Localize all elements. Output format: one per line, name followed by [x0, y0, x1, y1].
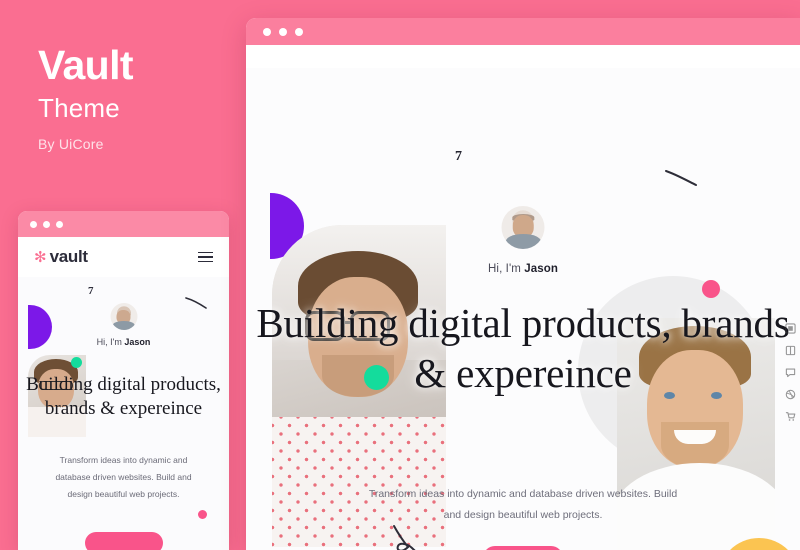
promo-author: By UiCore: [38, 136, 104, 153]
desktop-page-body: 7 Hi, I'm Jason Building digital product…: [246, 45, 800, 550]
mobile-mockup: ✻ vault 7 Hi, I'm Jason Building digital…: [18, 211, 229, 550]
pink-dot-decor: [198, 510, 207, 519]
mobile-greeting: Hi, I'm Jason: [18, 337, 229, 347]
mobile-contact-button[interactable]: [84, 532, 163, 550]
promo-subtitle: Theme: [38, 93, 120, 124]
desktop-social-sidebar: [785, 323, 796, 422]
mobile-slide-marker: 7: [88, 285, 94, 297]
desktop-slide-marker: 7: [455, 149, 462, 164]
desktop-mockup: 7 Hi, I'm Jason Building digital product…: [246, 18, 800, 550]
mobile-greeting-prefix: Hi, I'm: [96, 337, 125, 347]
desktop-hero-section: 7 Hi, I'm Jason Building digital product…: [246, 68, 800, 550]
mobile-browser-chrome: [18, 211, 229, 237]
promo-banner: Vault Theme By UiCore ✻ vault 7 Hi, I'm …: [0, 0, 800, 550]
mobile-page-body: ✻ vault 7 Hi, I'm Jason Building digital…: [18, 237, 229, 550]
brand-block: Vault Theme By UiCore: [38, 42, 238, 153]
book-icon[interactable]: [785, 345, 796, 356]
promo-title: Vault: [38, 42, 134, 88]
contact-me-button[interactable]: CONTACT ME: [483, 546, 563, 550]
mobile-headline: Building digital products, brands & expe…: [26, 374, 221, 419]
mobile-logo[interactable]: ✻ vault: [34, 247, 88, 267]
mobile-paragraph: Transform ideas into dynamic and databas…: [55, 455, 192, 499]
desktop-greeting-name: Jason: [524, 263, 558, 275]
message-icon[interactable]: [785, 367, 796, 378]
window-dot-maximize-icon[interactable]: [295, 27, 303, 36]
window-dot-close-icon: [30, 220, 37, 228]
desktop-avatar: [501, 206, 545, 249]
pink-dot-decor: [702, 280, 720, 298]
arrow-squiggle-decor-icon: [393, 525, 416, 550]
mobile-navbar: ✻ vault: [18, 237, 229, 277]
mobile-avatar: [110, 303, 137, 330]
asterisk-icon: ✻: [34, 248, 47, 266]
desktop-browser-chrome: [246, 18, 800, 45]
dribbble-icon[interactable]: [785, 389, 796, 400]
curve-decor-icon: [185, 297, 207, 309]
window-dot-minimize-icon: [43, 220, 50, 228]
mobile-hero-section: 7 Hi, I'm Jason Building digital product…: [18, 277, 229, 550]
mobile-greeting-name: Jason: [124, 337, 151, 347]
desktop-paragraph: Transform ideas into dynamic and databas…: [368, 488, 678, 521]
desktop-greeting: Hi, I'm Jason: [246, 263, 800, 275]
desktop-greeting-prefix: Hi, I'm: [488, 263, 525, 275]
green-dot-decor: [364, 365, 389, 390]
mobile-logo-text: vault: [49, 247, 88, 266]
window-dot-maximize-icon: [56, 220, 63, 228]
cart-icon[interactable]: [785, 411, 796, 422]
curve-decor-icon: [665, 170, 697, 186]
window-dot-minimize-icon[interactable]: [279, 27, 287, 36]
behance-icon[interactable]: [785, 323, 796, 334]
window-dot-close-icon[interactable]: [263, 27, 271, 36]
promo-left-panel: Vault Theme By UiCore ✻ vault 7 Hi, I'm …: [0, 0, 240, 550]
hamburger-icon[interactable]: [198, 251, 213, 263]
green-dot-decor: [71, 357, 82, 368]
